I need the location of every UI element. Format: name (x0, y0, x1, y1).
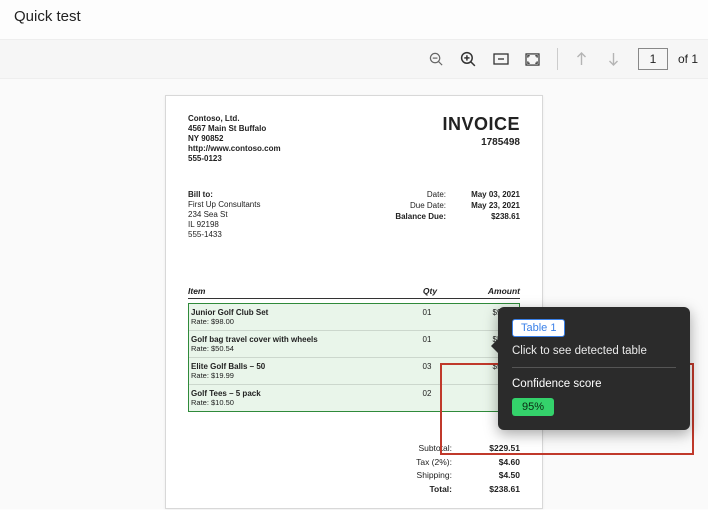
fit-width-icon[interactable] (487, 45, 515, 73)
col-amount: Amount (460, 286, 520, 296)
page-number-input[interactable]: 1 (638, 48, 668, 70)
table-tooltip: Table 1 Click to see detected table Conf… (498, 307, 690, 430)
col-qty: Qty (400, 286, 460, 296)
col-item: Item (188, 286, 400, 296)
detected-table-region[interactable]: Junior Golf Club SetRate: $98.00 01 $98.… (188, 303, 520, 412)
prev-page-icon[interactable] (568, 45, 596, 73)
toolbar-separator (557, 48, 558, 70)
table-row: Junior Golf Club SetRate: $98.00 01 $98.… (189, 304, 519, 331)
confidence-score: 95% (512, 398, 554, 416)
zoom-out-icon[interactable] (423, 45, 451, 73)
table-row: Elite Golf Balls – 50Rate: $19.99 03 $59… (189, 358, 519, 385)
bill-to-block: Bill to: First Up Consultants 234 Sea St… (188, 190, 260, 240)
invoice-meta: Date:May 03, 2021 Due Date:May 23, 2021 … (386, 190, 520, 240)
invoice-heading: INVOICE 1785498 (442, 114, 520, 164)
zoom-in-icon[interactable] (455, 45, 483, 73)
next-page-icon[interactable] (600, 45, 628, 73)
line-items-table: Item Qty Amount Junior Golf Club SetRate… (188, 286, 520, 412)
page-title: Quick test (0, 0, 708, 39)
table-badge[interactable]: Table 1 (512, 319, 565, 337)
document-canvas: Contoso, Ltd. 4567 Main St Buffalo NY 90… (0, 79, 708, 509)
page-count-label: of 1 (678, 52, 698, 66)
tooltip-subtitle[interactable]: Click to see detected table (512, 345, 676, 368)
invoice-document[interactable]: Contoso, Ltd. 4567 Main St Buffalo NY 90… (165, 95, 543, 509)
totals-block: Subtotal:$229.51 Tax (2%):$4.60 Shipping… (188, 442, 520, 496)
viewer-toolbar: 1 of 1 (0, 39, 708, 79)
table-row: Golf Tees – 5 packRate: $10.50 02 $21 (189, 385, 519, 411)
sender-address: Contoso, Ltd. 4567 Main St Buffalo NY 90… (188, 114, 281, 164)
table-row: Golf bag travel cover with wheelsRate: $… (189, 331, 519, 358)
confidence-label: Confidence score (512, 378, 676, 390)
fullscreen-icon[interactable] (519, 45, 547, 73)
